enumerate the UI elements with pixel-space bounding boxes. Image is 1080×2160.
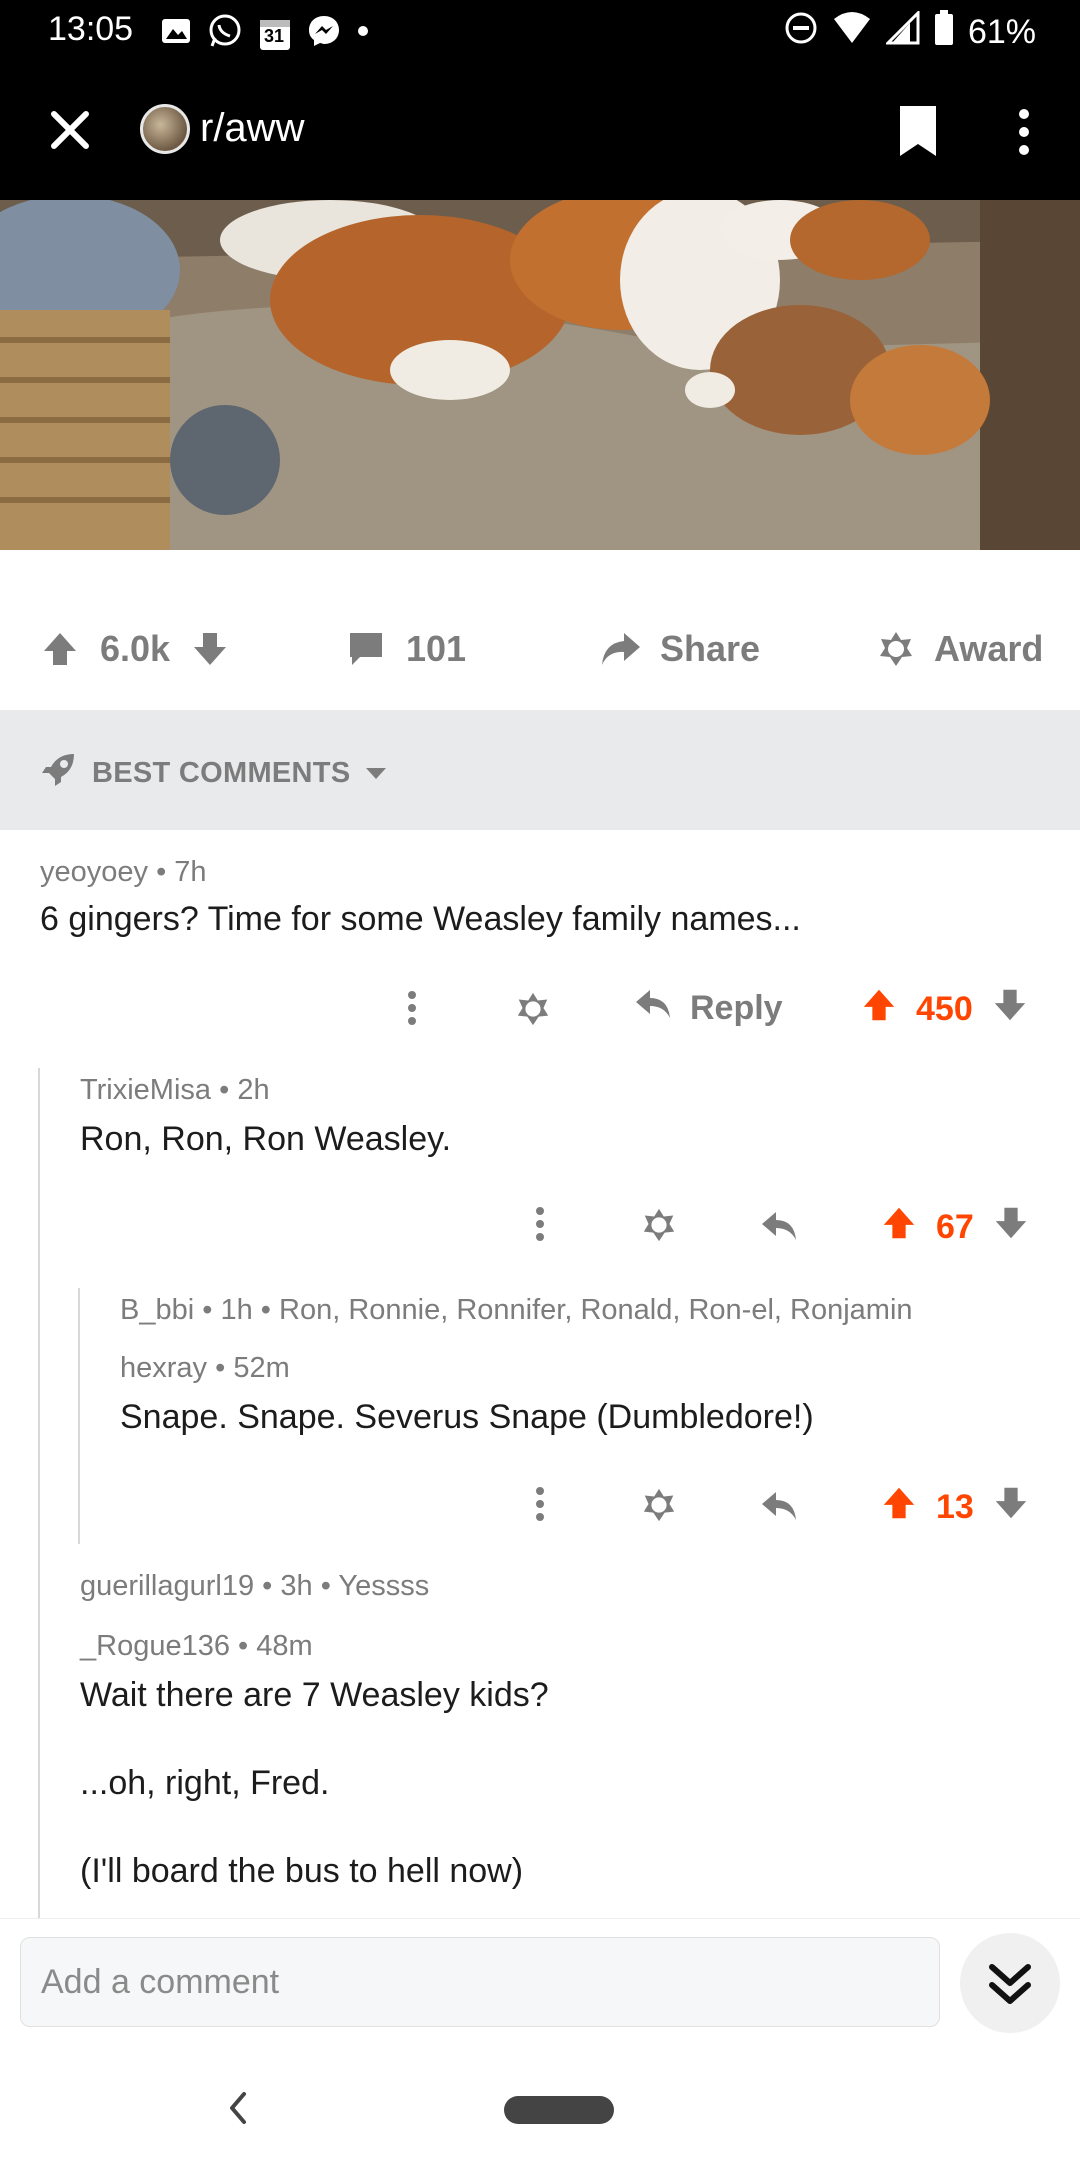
system-navigation-bar — [0, 2060, 1080, 2160]
image-icon — [160, 15, 192, 52]
upvote-icon[interactable] — [40, 629, 80, 669]
comment-score: 67 — [936, 1208, 974, 1246]
comment-author[interactable]: hexray — [120, 1352, 207, 1384]
comment-meta: yeoyoey • 7h — [40, 856, 207, 888]
close-icon[interactable] — [44, 104, 96, 156]
comment-more-icon[interactable] — [526, 1486, 554, 1527]
comment-meta: hexray • 52m — [120, 1352, 290, 1384]
status-time: 13:05 — [48, 10, 134, 48]
comment-body: Snape. Snape. Severus Snape (Dumbledore!… — [120, 1398, 814, 1436]
add-comment-input[interactable]: Add a comment — [20, 1937, 940, 2027]
post-score: 6.0k — [100, 628, 171, 669]
dnd-icon — [784, 11, 818, 54]
calendar-icon: 31 — [258, 16, 292, 52]
comment-author[interactable]: _Rogue136 — [80, 1630, 230, 1662]
share-icon — [598, 629, 642, 669]
notification-icons: 31 — [160, 12, 370, 55]
downvote-icon[interactable] — [992, 1204, 1030, 1251]
subreddit-avatar[interactable] — [140, 104, 190, 154]
comment-author[interactable]: B_bbi — [120, 1294, 194, 1326]
comment-more-icon[interactable] — [526, 1206, 554, 1247]
upvote-icon[interactable] — [880, 1204, 918, 1251]
downvote-icon[interactable] — [992, 1484, 1030, 1531]
sort-selector[interactable]: BEST COMMENTS — [40, 750, 388, 796]
messenger-icon — [306, 13, 342, 54]
collapsed-preview: Ron, Ronnie, Ronnifer, Ronald, Ron-el, R… — [279, 1294, 913, 1326]
downvote-icon[interactable] — [190, 629, 230, 669]
dot-icon — [356, 24, 370, 43]
wifi-icon — [832, 11, 872, 54]
award-icon[interactable] — [514, 990, 552, 1033]
double-chevron-down-icon — [989, 1964, 1031, 2004]
comment-body-line: ...oh, right, Fred. — [80, 1764, 330, 1802]
home-pill[interactable] — [504, 2096, 614, 2124]
reply-icon[interactable] — [760, 1488, 800, 1529]
comment-author[interactable]: TrixieMisa — [80, 1074, 211, 1106]
system-icons: 61% — [784, 9, 1036, 55]
comment-body: Ron, Ron, Ron Weasley. — [80, 1120, 452, 1158]
reply-icon — [634, 986, 674, 1031]
comment-vote-group: 13 — [880, 1484, 1030, 1531]
subreddit-name[interactable]: r/aww — [200, 106, 304, 151]
whatsapp-icon — [206, 12, 244, 55]
comment-meta: TrixieMisa • 2h — [80, 1074, 270, 1106]
post-action-bar: 6.0k 101 Share Award — [0, 600, 1080, 710]
reply-icon[interactable] — [760, 1208, 800, 1249]
battery-percent: 61% — [967, 13, 1036, 51]
thread-line[interactable] — [38, 1068, 40, 1918]
award-icon[interactable] — [640, 1206, 678, 1249]
comment-meta: _Rogue136 • 48m — [80, 1630, 313, 1662]
back-icon[interactable] — [224, 2086, 252, 2135]
award-icon — [876, 629, 916, 669]
award-button[interactable]: Award — [876, 628, 1043, 670]
rocket-icon — [40, 750, 78, 796]
comment-age: 2h — [237, 1074, 270, 1106]
comments-button[interactable]: 101 — [346, 628, 466, 670]
collapsed-preview: Yessss — [338, 1570, 430, 1602]
comment-age: 1h — [220, 1294, 253, 1326]
award-icon[interactable] — [640, 1486, 678, 1529]
upvote-icon[interactable] — [860, 986, 898, 1033]
reply-label: Reply — [690, 989, 783, 1027]
post-vote-group: 6.0k — [40, 628, 230, 670]
comment-body: 6 gingers? Time for some Weasley family … — [40, 900, 801, 938]
signal-icon — [884, 9, 920, 54]
collapsed-comment[interactable]: guerillagurl19 • 3h • Yessss — [80, 1570, 429, 1603]
comment-age: 48m — [256, 1630, 313, 1662]
comment-icon — [346, 629, 386, 669]
chevron-down-icon — [364, 757, 388, 790]
comment-body-line: Wait there are 7 Weasley kids? — [80, 1676, 549, 1714]
top-app-bar: r/aww — [0, 62, 1080, 200]
comment-body-line: (I'll board the bus to hell now) — [80, 1852, 524, 1890]
reply-button[interactable]: Reply — [634, 986, 783, 1031]
comment-count: 101 — [406, 628, 467, 669]
comment-score: 450 — [916, 990, 973, 1028]
post-image[interactable] — [0, 200, 1080, 550]
downvote-icon[interactable] — [991, 986, 1029, 1033]
share-button[interactable]: Share — [598, 628, 760, 670]
status-bar: 13:05 31 61% — [0, 0, 1080, 62]
comment-age: 3h — [280, 1570, 313, 1602]
next-comment-button[interactable] — [960, 1933, 1060, 2033]
award-label: Award — [934, 628, 1044, 669]
comment-vote-group: 67 — [880, 1204, 1030, 1251]
thread-line[interactable] — [78, 1288, 80, 1544]
battery-icon — [934, 10, 954, 55]
more-options-icon[interactable] — [1008, 106, 1040, 158]
calendar-day: 31 — [264, 25, 285, 46]
upvote-icon[interactable] — [880, 1484, 918, 1531]
comment-more-icon[interactable] — [398, 990, 426, 1031]
comment-age: 52m — [233, 1352, 290, 1384]
bookmark-icon[interactable] — [896, 104, 940, 158]
comment-composer: Add a comment — [0, 1918, 1080, 2060]
comment-author[interactable]: yeoyoey — [40, 856, 148, 888]
sort-label: BEST COMMENTS — [92, 756, 351, 789]
comment-vote-group: 450 — [860, 986, 1029, 1033]
collapsed-comment[interactable]: B_bbi • 1h • Ron, Ronnie, Ronnifer, Rona… — [120, 1294, 913, 1327]
comment-score: 13 — [936, 1488, 974, 1526]
comment-author[interactable]: guerillagurl19 — [80, 1570, 254, 1602]
share-label: Share — [660, 628, 761, 669]
comment-age: 7h — [174, 856, 207, 888]
sort-bar: BEST COMMENTS — [0, 710, 1080, 830]
